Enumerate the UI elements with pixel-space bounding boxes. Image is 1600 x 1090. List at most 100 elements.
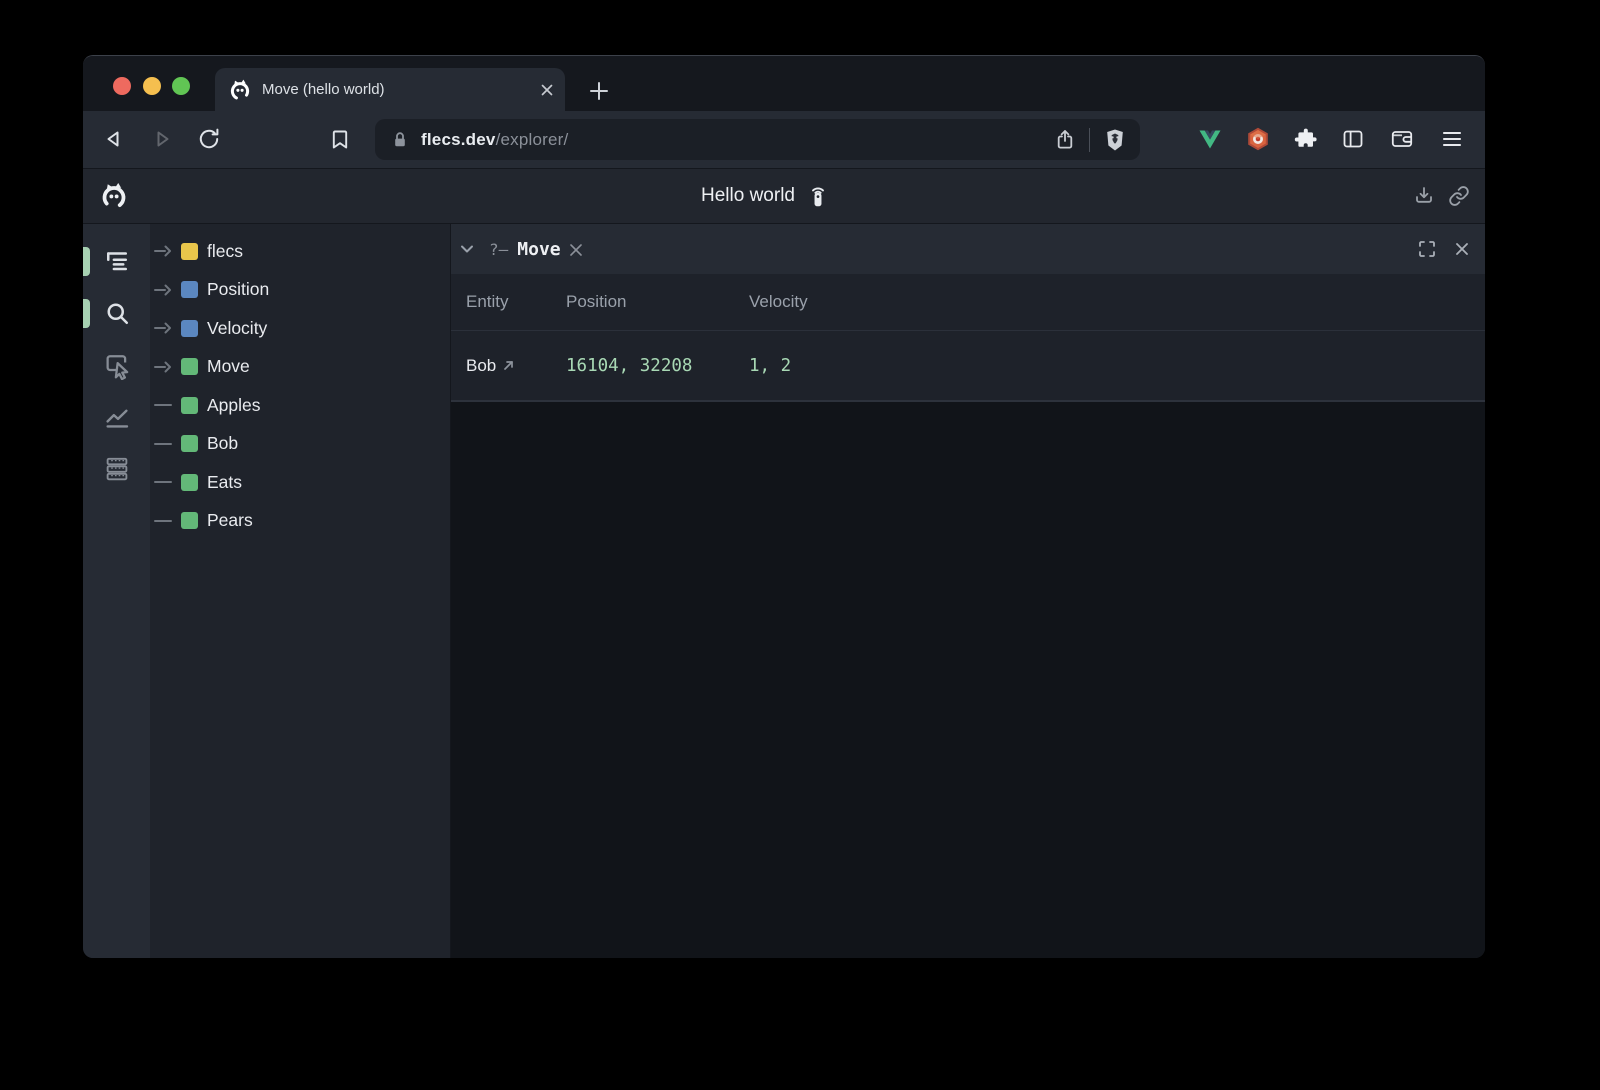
stats-chart-icon bbox=[102, 402, 132, 432]
tree-item-label: flecs bbox=[207, 241, 243, 262]
extensions-puzzle-button[interactable] bbox=[1293, 126, 1319, 152]
query-panel: ?– Move Entity Position Velocity bbox=[450, 224, 1485, 958]
query-result-table: Entity Position Velocity Bob 16104, 3220… bbox=[451, 274, 1485, 402]
wallet-button[interactable] bbox=[1389, 126, 1415, 152]
tab-title: Move (hello world) bbox=[262, 81, 529, 98]
url-path: /explorer/ bbox=[496, 130, 569, 149]
leaf-dash-icon bbox=[153, 476, 175, 488]
column-header-velocity: Velocity bbox=[749, 292, 1485, 312]
menu-button[interactable] bbox=[1439, 126, 1465, 152]
table-row[interactable]: Bob 16104, 32208 1, 2 bbox=[451, 331, 1485, 402]
open-entity-arrow-icon bbox=[502, 359, 515, 372]
minimize-window-button[interactable] bbox=[143, 77, 161, 95]
expand-arrow-icon bbox=[153, 361, 175, 373]
browser-window: Move (hello world) flecs.dev/explorer/ bbox=[83, 55, 1485, 958]
download-button[interactable] bbox=[1412, 184, 1436, 208]
zoom-window-button[interactable] bbox=[172, 77, 190, 95]
search-icon bbox=[102, 298, 132, 328]
tree-item-label: Move bbox=[207, 356, 250, 377]
entity-color-swatch bbox=[181, 243, 198, 260]
url-domain: flecs.dev bbox=[421, 130, 496, 149]
entity-color-swatch bbox=[181, 320, 198, 337]
leaf-dash-icon bbox=[153, 399, 175, 411]
memory-icon bbox=[102, 454, 132, 484]
panel-close-button[interactable] bbox=[1453, 240, 1471, 258]
tree-item-pears[interactable]: Pears bbox=[150, 502, 450, 541]
tree-item-apples[interactable]: Apples bbox=[150, 386, 450, 425]
entity-color-swatch bbox=[181, 358, 198, 375]
entity-color-swatch bbox=[181, 435, 198, 452]
active-indicator bbox=[83, 299, 90, 328]
query-close-icon[interactable] bbox=[568, 242, 584, 258]
tab-close-icon[interactable] bbox=[539, 82, 555, 98]
new-tab-button[interactable] bbox=[588, 80, 610, 102]
inspect-tool-button[interactable] bbox=[102, 350, 132, 380]
brave-shield-button[interactable] bbox=[1102, 127, 1128, 153]
search-tool-button[interactable] bbox=[102, 298, 132, 328]
query-panel-empty-area bbox=[451, 402, 1485, 958]
entity-tree-tool-button[interactable] bbox=[102, 246, 132, 276]
entity-color-swatch bbox=[181, 281, 198, 298]
app-header: Hello world bbox=[83, 168, 1485, 223]
tree-item-eats[interactable]: Eats bbox=[150, 463, 450, 502]
url-text: flecs.dev/explorer/ bbox=[421, 130, 568, 150]
active-indicator bbox=[83, 247, 90, 276]
entity-color-swatch bbox=[181, 512, 198, 529]
leaf-dash-icon bbox=[153, 438, 175, 450]
memory-tool-button[interactable] bbox=[102, 454, 132, 484]
back-button[interactable] bbox=[101, 126, 127, 152]
remote-connection-button[interactable] bbox=[805, 183, 831, 209]
query-kind-prefix: ?– bbox=[489, 240, 508, 259]
vue-devtools-extension-button[interactable] bbox=[1197, 126, 1223, 152]
chevron-down-icon[interactable] bbox=[457, 239, 477, 259]
expand-arrow-icon bbox=[153, 284, 175, 296]
entity-color-swatch bbox=[181, 474, 198, 491]
tree-item-move[interactable]: Move bbox=[150, 348, 450, 387]
column-header-position: Position bbox=[566, 292, 749, 312]
expand-arrow-icon bbox=[153, 245, 175, 257]
page-title: Hello world bbox=[701, 185, 795, 207]
query-panel-titlebar: ?– Move bbox=[451, 224, 1485, 274]
plus-icon bbox=[588, 80, 610, 102]
flecs-logo bbox=[99, 181, 129, 211]
close-window-button[interactable] bbox=[113, 77, 131, 95]
sidebar-toggle-button[interactable] bbox=[1340, 126, 1366, 152]
tree-item-label: Pears bbox=[207, 510, 253, 531]
tree-item-label: Apples bbox=[207, 395, 261, 416]
tree-item-label: Eats bbox=[207, 472, 242, 493]
tree-item-flecs[interactable]: flecs bbox=[150, 232, 450, 271]
tree-item-position[interactable]: Position bbox=[150, 271, 450, 310]
tab-bar: Move (hello world) bbox=[83, 56, 1485, 111]
entity-name: Bob bbox=[466, 356, 496, 376]
forward-button[interactable] bbox=[149, 126, 175, 152]
leaf-dash-icon bbox=[153, 515, 175, 527]
reload-button[interactable] bbox=[196, 126, 222, 152]
address-bar[interactable]: flecs.dev/explorer/ bbox=[375, 119, 1140, 160]
stats-tool-button[interactable] bbox=[102, 402, 132, 432]
tree-item-label: Position bbox=[207, 279, 269, 300]
velocity-value: 1, 2 bbox=[749, 356, 1485, 376]
browser-toolbar: flecs.dev/explorer/ bbox=[83, 111, 1485, 168]
copy-link-button[interactable] bbox=[1447, 184, 1471, 208]
query-panel-title: Move bbox=[517, 239, 560, 260]
position-value: 16104, 32208 bbox=[566, 356, 749, 376]
lock-icon bbox=[389, 129, 411, 151]
tree-item-label: Velocity bbox=[207, 318, 267, 339]
flecs-favicon-icon bbox=[228, 78, 252, 102]
hexagon-extension-button[interactable] bbox=[1245, 126, 1271, 152]
column-header-entity: Entity bbox=[451, 292, 566, 312]
inspect-icon bbox=[102, 350, 132, 380]
bookmark-button[interactable] bbox=[328, 127, 352, 151]
entity-link[interactable]: Bob bbox=[466, 356, 566, 376]
tree-item-velocity[interactable]: Velocity bbox=[150, 309, 450, 348]
entity-tree-icon bbox=[102, 246, 132, 276]
urlbar-divider bbox=[1089, 128, 1090, 152]
content-area: flecs Position Velocity Move Apples bbox=[83, 223, 1485, 958]
browser-tab[interactable]: Move (hello world) bbox=[215, 68, 565, 111]
fullscreen-button[interactable] bbox=[1417, 239, 1437, 259]
entity-color-swatch bbox=[181, 397, 198, 414]
expand-arrow-icon bbox=[153, 322, 175, 334]
tree-item-label: Bob bbox=[207, 433, 238, 454]
tree-item-bob[interactable]: Bob bbox=[150, 425, 450, 464]
share-button[interactable] bbox=[1053, 128, 1077, 152]
